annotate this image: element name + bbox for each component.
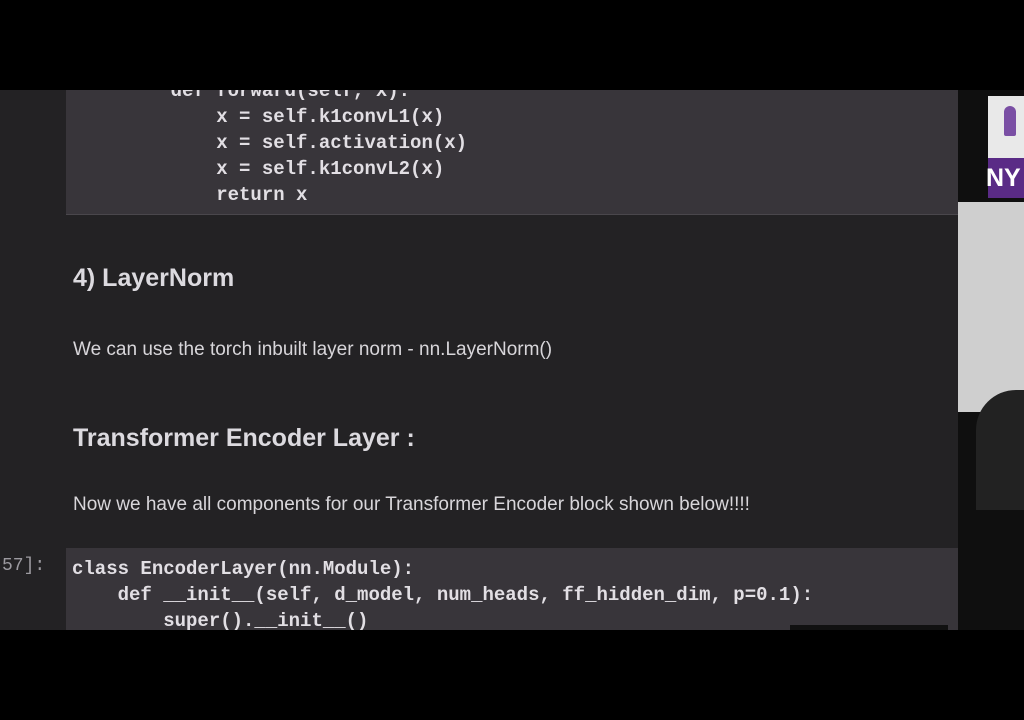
code-line: def __init__(self, d_model, num_heads, f… — [72, 584, 814, 606]
code-block-forward: def forward(self, x): x = self.k1convL1(… — [125, 90, 467, 208]
jupyter-notebook: def forward(self, x): x = self.k1convL1(… — [0, 90, 958, 630]
code-line: x = self.k1convL1(x) — [125, 106, 445, 128]
layernorm-text: We can use the torch inbuilt layer norm … — [73, 339, 553, 360]
code-line: class EncoderLayer(nn.Module): — [72, 558, 415, 580]
layernorm-heading: 4) LayerNorm — [73, 264, 235, 292]
code-cell-encoder-layer[interactable]: class EncoderLayer(nn.Module): def __ini… — [66, 548, 958, 630]
video-frame: def forward(self, x): x = self.k1convL1(… — [0, 90, 1024, 630]
encoder-text: Now we have all components for our Trans… — [73, 494, 750, 515]
encoder-heading: Transformer Encoder Layer : — [73, 424, 415, 452]
code-line: super().__init__() — [72, 610, 369, 630]
presenter-shadow — [976, 390, 1024, 510]
code-line: x = self.activation(x) — [125, 132, 468, 154]
cell-prompt: 57]: — [2, 556, 46, 576]
webcam-feed: NY — [958, 90, 1024, 630]
code-block-encoder-layer: class EncoderLayer(nn.Module): def __ini… — [72, 556, 813, 630]
nyu-logo-text: NY — [986, 164, 1021, 192]
presenter-image — [958, 202, 1024, 412]
overlay-bar — [790, 625, 948, 630]
code-line: def forward(self, x): — [125, 90, 411, 102]
code-cell-forward[interactable]: def forward(self, x): x = self.k1convL1(… — [66, 90, 958, 215]
code-line: x = self.k1convL2(x) — [125, 158, 445, 180]
code-line: return x — [125, 184, 308, 206]
torch-icon — [1004, 106, 1016, 136]
